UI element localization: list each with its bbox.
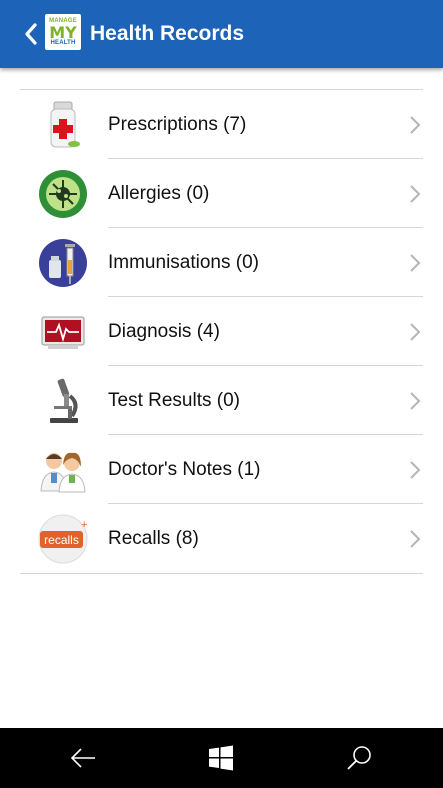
chevron-right-icon bbox=[410, 392, 421, 410]
chevron-right-icon bbox=[410, 461, 421, 479]
list-item-test-results[interactable]: Test Results (0) bbox=[20, 366, 423, 435]
list-item-label: Test Results (0) bbox=[108, 390, 240, 411]
health-records-list: Prescriptions (7) Allergies (0) Immunisa… bbox=[20, 89, 423, 574]
start-button[interactable] bbox=[205, 742, 237, 774]
recalls-icon-text: recalls bbox=[44, 533, 79, 547]
list-item-label: Immunisations (0) bbox=[108, 252, 259, 273]
pill-bottle-icon bbox=[50, 101, 80, 148]
syringe-icon bbox=[39, 239, 87, 287]
list-item-label: Diagnosis (4) bbox=[108, 321, 220, 342]
list-item-label: Allergies (0) bbox=[108, 183, 210, 204]
microscope-icon bbox=[50, 378, 78, 423]
list-item-immunisations[interactable]: Immunisations (0) bbox=[20, 228, 423, 297]
list-item-label: Recalls (8) bbox=[108, 528, 199, 549]
windows-logo-icon bbox=[209, 745, 233, 771]
recalls-icon: recalls + bbox=[38, 514, 88, 564]
list-item-prescriptions[interactable]: Prescriptions (7) bbox=[20, 90, 423, 159]
chevron-right-icon bbox=[410, 185, 421, 203]
list-item-doctors-notes[interactable]: Doctor's Notes (1) bbox=[20, 435, 423, 504]
chevron-right-icon bbox=[410, 116, 421, 134]
doctors-icon bbox=[40, 452, 86, 493]
allergy-icon bbox=[39, 170, 87, 218]
manage-my-health-logo: MANAGE MY HEALTH bbox=[45, 14, 81, 50]
chevron-left-icon bbox=[25, 23, 37, 45]
arrow-left-icon bbox=[70, 748, 95, 768]
chevron-right-icon bbox=[410, 254, 421, 272]
chevron-right-icon bbox=[410, 323, 421, 341]
list-item-label: Prescriptions (7) bbox=[108, 114, 247, 135]
system-back-button[interactable] bbox=[67, 742, 99, 774]
page-title: Health Records bbox=[90, 22, 245, 45]
chevron-right-icon bbox=[410, 530, 421, 548]
svg-text:+: + bbox=[81, 519, 87, 531]
list-item-allergies[interactable]: Allergies (0) bbox=[20, 159, 423, 228]
back-button[interactable] bbox=[18, 20, 44, 48]
search-icon bbox=[347, 746, 371, 770]
list-item-diagnosis[interactable]: Diagnosis (4) bbox=[20, 297, 423, 366]
system-navigation-bar bbox=[0, 728, 443, 788]
list-item-label: Doctor's Notes (1) bbox=[108, 459, 261, 480]
search-button[interactable] bbox=[343, 742, 375, 774]
heart-monitor-icon bbox=[41, 316, 85, 349]
app-header: MANAGE MY HEALTH Health Records bbox=[0, 0, 443, 68]
list-item-recalls[interactable]: recalls + Recalls (8) bbox=[20, 504, 423, 573]
